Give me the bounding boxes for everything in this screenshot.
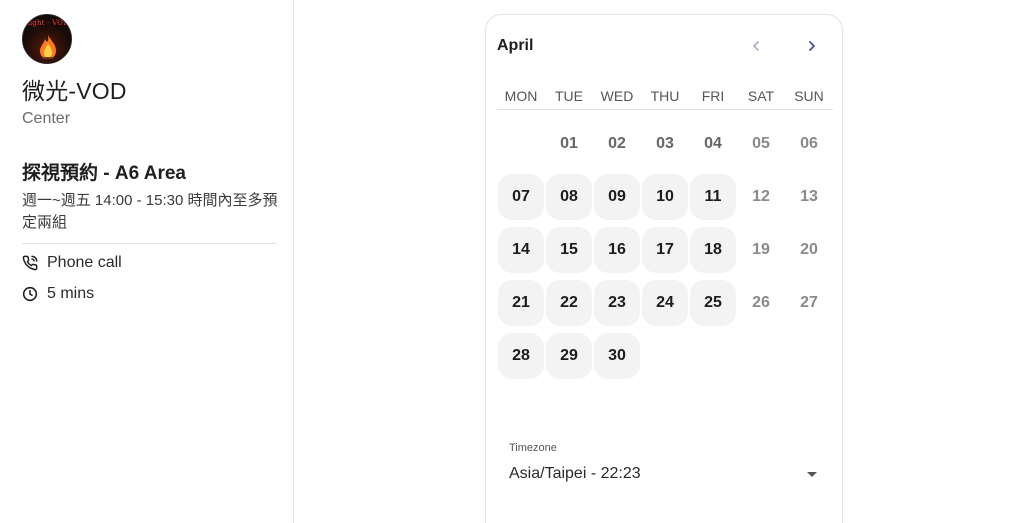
unavailable-day: 26 — [752, 293, 770, 311]
location-label: Phone call — [47, 254, 122, 271]
chevron-right-icon — [809, 41, 815, 51]
weekday-label: SAT — [747, 88, 775, 104]
unavailable-day: 05 — [752, 134, 770, 152]
day-cell: 19 — [737, 223, 785, 276]
day-cell: 09 — [593, 170, 641, 223]
day-cell: 23 — [593, 276, 641, 329]
timezone-select[interactable]: Asia/Taipei - 22:23 — [509, 462, 819, 486]
day-cell: 17 — [641, 223, 689, 276]
available-day-button[interactable]: 22 — [546, 279, 592, 326]
avatar: Light - VOD — [22, 14, 72, 64]
day-cell: 14 — [497, 223, 545, 276]
available-day-button[interactable]: 08 — [546, 173, 592, 220]
weekday-label: MON — [504, 88, 538, 104]
day-cell: 16 — [593, 223, 641, 276]
available-day-button[interactable]: 15 — [546, 226, 592, 273]
day-cell: 29 — [545, 329, 593, 382]
unavailable-day: 01 — [560, 134, 578, 152]
divider — [22, 243, 276, 244]
available-day-button[interactable]: 14 — [498, 226, 544, 273]
day-cell: 22 — [545, 276, 593, 329]
event-info-panel: Light - VOD 微光-VOD Center 探視預約 - A6 Area… — [0, 0, 294, 523]
day-cell: 08 — [545, 170, 593, 223]
weekday-label: SUN — [794, 88, 824, 104]
calendar-day-grid: 01 02 03 04 05 06 07 08 09 10 11 12 13 14 15 16 17 18 19 20… — [497, 117, 833, 382]
day-cell: 20 — [785, 223, 833, 276]
available-day-button[interactable]: 24 — [642, 279, 688, 326]
location-row: Phone call — [22, 254, 122, 272]
day-cell: 15 — [545, 223, 593, 276]
available-day-button[interactable]: 23 — [594, 279, 640, 326]
month-title: April — [497, 37, 534, 54]
available-day-button[interactable]: 30 — [594, 332, 640, 379]
booking-page: Light - VOD 微光-VOD Center 探視預約 - A6 Area… — [0, 0, 1024, 523]
day-cell: 18 — [689, 223, 737, 276]
day-cell: 26 — [737, 276, 785, 329]
next-month-button[interactable] — [801, 35, 823, 57]
day-cell: 12 — [737, 170, 785, 223]
available-day-button[interactable]: 10 — [642, 173, 688, 220]
profile-name: 微光-VOD — [22, 78, 127, 104]
duration-row: 5 mins — [22, 285, 94, 303]
flame-icon — [40, 35, 56, 59]
unavailable-day: 04 — [704, 134, 722, 152]
phone-call-icon — [22, 255, 38, 271]
available-day-button[interactable]: 09 — [594, 173, 640, 220]
event-description: 週一~週五 14:00 - 15:30 時間內至多預定兩組 — [22, 192, 278, 231]
day-cell: 07 — [497, 170, 545, 223]
day-cell: 06 — [785, 117, 833, 170]
empty-day-cell — [497, 117, 545, 170]
available-day-button[interactable]: 29 — [546, 332, 592, 379]
avatar-logo-text: Light - VOD — [25, 19, 69, 27]
prev-month-button[interactable] — [745, 35, 767, 57]
available-day-button[interactable]: 07 — [498, 173, 544, 220]
day-cell: 03 — [641, 117, 689, 170]
day-cell: 21 — [497, 276, 545, 329]
day-cell: 13 — [785, 170, 833, 223]
caret-down-icon — [807, 471, 817, 477]
available-day-button[interactable]: 11 — [690, 173, 736, 220]
day-cell: 28 — [497, 329, 545, 382]
day-cell: 24 — [641, 276, 689, 329]
available-day-button[interactable]: 17 — [642, 226, 688, 273]
day-cell: 25 — [689, 276, 737, 329]
chevron-left-icon — [753, 41, 759, 51]
day-cell: 10 — [641, 170, 689, 223]
unavailable-day: 20 — [800, 240, 818, 258]
timezone-label: Timezone — [509, 442, 557, 454]
clock-icon — [22, 286, 38, 302]
available-day-button[interactable]: 28 — [498, 332, 544, 379]
day-cell: 05 — [737, 117, 785, 170]
weekday-label: TUE — [555, 88, 583, 104]
calendar-card: April MON TUE WED THU FRI SAT SUN 01 02 03… — [485, 14, 843, 523]
available-day-button[interactable]: 21 — [498, 279, 544, 326]
profile-subtitle: Center — [22, 110, 71, 127]
unavailable-day: 06 — [800, 134, 818, 152]
day-cell: 30 — [593, 329, 641, 382]
unavailable-day: 27 — [800, 293, 818, 311]
day-cell: 01 — [545, 117, 593, 170]
weekday-label: FRI — [701, 88, 725, 104]
unavailable-day: 13 — [800, 187, 818, 205]
available-day-button[interactable]: 18 — [690, 226, 736, 273]
weekday-header: MON TUE WED THU FRI SAT SUN — [497, 87, 833, 110]
unavailable-day: 19 — [752, 240, 770, 258]
unavailable-day: 02 — [608, 134, 626, 152]
unavailable-day: 12 — [752, 187, 770, 205]
timezone-value: Asia/Taipei - 22:23 — [509, 465, 641, 482]
duration-label: 5 mins — [47, 285, 95, 302]
weekday-label: WED — [600, 88, 634, 104]
event-title: 探視預約 - A6 Area — [22, 163, 186, 184]
available-day-button[interactable]: 16 — [594, 226, 640, 273]
weekday-label: THU — [650, 88, 680, 104]
day-cell: 04 — [689, 117, 737, 170]
day-cell: 02 — [593, 117, 641, 170]
day-cell: 11 — [689, 170, 737, 223]
day-cell: 27 — [785, 276, 833, 329]
unavailable-day: 03 — [656, 134, 674, 152]
available-day-button[interactable]: 25 — [690, 279, 736, 326]
